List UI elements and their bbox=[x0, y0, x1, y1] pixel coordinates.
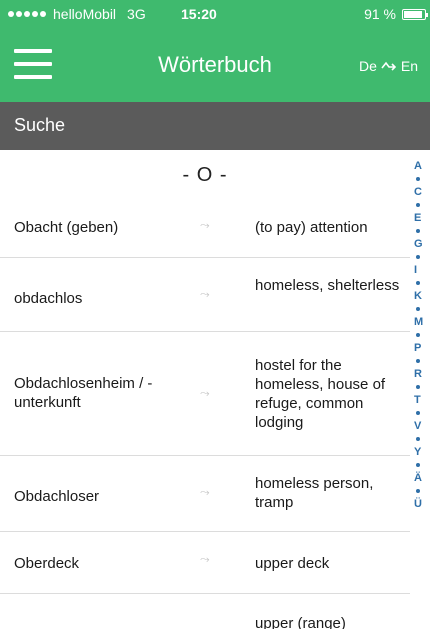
index-dot-icon bbox=[416, 411, 420, 415]
battery-info: 91 % bbox=[364, 6, 428, 22]
network-type: 3G bbox=[127, 6, 146, 22]
index-letter-m[interactable]: M bbox=[414, 316, 430, 329]
translation-arrow-icon: ⤳ bbox=[200, 287, 210, 301]
index-letter-k[interactable]: K bbox=[414, 290, 430, 303]
language-direction-toggle[interactable]: De En bbox=[359, 58, 418, 74]
index-letter-ae[interactable]: Ä bbox=[414, 472, 430, 485]
index-letter-c[interactable]: C bbox=[414, 186, 430, 199]
list-item[interactable]: Oberdeck ⤳ upper deck bbox=[0, 532, 410, 594]
entry-english: homeless, shelterless bbox=[255, 277, 400, 294]
index-dot-icon bbox=[416, 229, 420, 233]
lang-from-label: De bbox=[358, 58, 377, 74]
list-item[interactable]: Obacht (geben) ⤳ (to pay) attention bbox=[0, 198, 410, 258]
carrier-name: helloMobil bbox=[53, 6, 117, 22]
battery-icon bbox=[402, 8, 428, 20]
translation-arrow-icon: ⤳ bbox=[200, 218, 210, 232]
carrier-info: helloMobil 3G bbox=[8, 6, 146, 22]
status-time: 15:20 bbox=[181, 6, 217, 22]
index-dot-icon bbox=[416, 463, 420, 467]
signal-strength-icon bbox=[8, 11, 46, 17]
entry-english: hostel for the homeless, house of refuge… bbox=[255, 357, 386, 431]
translation-arrow-icon: ⤳ bbox=[200, 386, 210, 400]
nav-bar: Wörterbuch De En bbox=[0, 28, 430, 102]
search-input[interactable]: Suche bbox=[0, 102, 430, 150]
index-letter-e[interactable]: E bbox=[414, 212, 430, 225]
entry-german: obdachlos bbox=[14, 290, 83, 307]
lang-to-label: En bbox=[400, 58, 418, 74]
index-letter-v[interactable]: V bbox=[414, 420, 430, 433]
index-dot-icon bbox=[416, 385, 420, 389]
translation-arrow-icon: ⤳ bbox=[200, 552, 210, 566]
index-dot-icon bbox=[416, 281, 420, 285]
status-bar: helloMobil 3G 15:20 91 % bbox=[0, 0, 430, 28]
search-placeholder: Suche bbox=[14, 115, 66, 135]
index-dot-icon bbox=[416, 333, 420, 337]
entry-german: Obacht (geben) bbox=[14, 219, 119, 236]
index-letter-ue[interactable]: Ü bbox=[414, 498, 430, 511]
index-dot-icon bbox=[416, 177, 420, 181]
index-dot-icon bbox=[416, 359, 420, 363]
entry-english: (to pay) attention bbox=[255, 219, 368, 236]
dictionary-list[interactable]: - O - Obacht (geben) ⤳ (to pay) attentio… bbox=[0, 150, 410, 629]
index-dot-icon bbox=[416, 437, 420, 441]
list-item[interactable]: obdachlos ⤳ homeless, shelterless bbox=[0, 258, 410, 332]
index-dot-icon bbox=[416, 203, 420, 207]
swap-arrow-icon bbox=[381, 61, 397, 71]
section-header: - O - bbox=[182, 164, 228, 186]
entry-german: Obdachlosenheim / -unterkunft bbox=[14, 375, 153, 411]
index-dot-icon bbox=[416, 255, 420, 259]
index-letter-i[interactable]: I bbox=[414, 264, 430, 277]
entry-english: homeless person, tramp bbox=[255, 475, 374, 511]
alphabet-index[interactable]: A C E G I K M P R T V Y Ä Ü bbox=[414, 160, 430, 629]
entry-english: upper (range) bbox=[255, 615, 346, 629]
index-letter-p[interactable]: P bbox=[414, 342, 430, 355]
index-dot-icon bbox=[416, 489, 420, 493]
index-letter-t[interactable]: T bbox=[414, 394, 430, 407]
translation-arrow-icon: ⤳ bbox=[200, 485, 210, 499]
index-letter-y[interactable]: Y bbox=[414, 446, 430, 459]
top-bar: helloMobil 3G 15:20 91 % Wörterbuch De E… bbox=[0, 0, 430, 102]
index-letter-r[interactable]: R bbox=[414, 368, 430, 381]
entry-german: Oberdeck bbox=[14, 555, 80, 572]
battery-percent: 91 % bbox=[364, 6, 396, 22]
list-item[interactable]: upper (range) bbox=[0, 594, 410, 629]
entry-english: upper deck bbox=[255, 555, 330, 572]
entry-german: Obdachloser bbox=[14, 488, 100, 505]
index-letter-g[interactable]: G bbox=[414, 238, 430, 251]
index-dot-icon bbox=[416, 307, 420, 311]
list-item[interactable]: Obdachloser ⤳ homeless person, tramp bbox=[0, 456, 410, 532]
index-letter-a[interactable]: A bbox=[414, 160, 430, 173]
list-item[interactable]: Obdachlosenheim / -unterkunft ⤳ hostel f… bbox=[0, 332, 410, 456]
